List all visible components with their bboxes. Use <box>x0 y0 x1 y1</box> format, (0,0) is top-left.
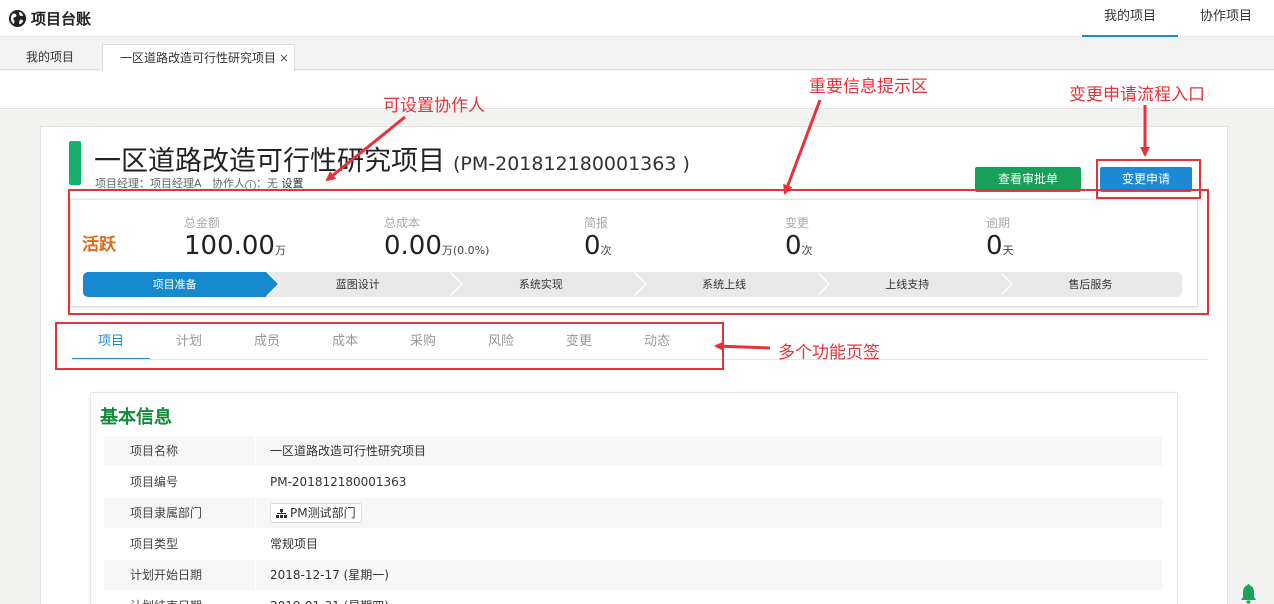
top-nav: 我的项目 协作项目 <box>1082 0 1274 37</box>
annotation-collaborator: 可设置协作人 <box>383 96 485 116</box>
department-name: PM测试部门 <box>290 505 356 520</box>
info-key: 计划结束日期 <box>104 591 256 604</box>
annotation-tabs: 多个功能页签 <box>778 343 880 363</box>
title-accent-bar <box>69 141 81 185</box>
basic-info-title: 基本信息 <box>100 407 172 428</box>
top-bar: 项目台账 我的项目 协作项目 <box>0 0 1274 37</box>
tab-project-detail-label: 一区道路改造可行性研究项目 <box>120 51 277 65</box>
org-tree-icon <box>276 508 287 518</box>
nav-my-projects[interactable]: 我的项目 <box>1082 0 1178 37</box>
basic-info-table: 项目名称 一区道路改造可行性研究项目 项目编号 PM-2018121800013… <box>104 436 1162 604</box>
info-key: 项目编号 <box>104 467 256 497</box>
info-key: 项目类型 <box>104 529 256 559</box>
info-value: PM-201812180001363 <box>270 475 407 489</box>
app-title: 项目台账 <box>31 10 92 28</box>
annotation-box-tabs <box>55 322 724 370</box>
info-row: 项目编号 PM-201812180001363 <box>104 467 1162 498</box>
project-code: (PM-201812180001363 ) <box>453 153 690 175</box>
info-row: 计划开始日期 2018-12-17 (星期一) <box>104 560 1162 591</box>
bell-icon[interactable] <box>1240 582 1257 604</box>
info-value: PM测试部门 <box>256 498 362 528</box>
info-row: 计划结束日期 2019-01-31 (星期四) <box>104 591 1162 604</box>
info-value: 常规项目 <box>270 537 319 551</box>
tab-project-detail[interactable]: 一区道路改造可行性研究项目 × <box>102 44 295 71</box>
info-key: 计划开始日期 <box>104 560 256 590</box>
annotation-change-entry: 变更申请流程入口 <box>1069 85 1205 105</box>
department-chip[interactable]: PM测试部门 <box>270 502 362 523</box>
annotation-info-area: 重要信息提示区 <box>809 77 928 97</box>
page-title: 一区道路改造可行性研究项目 (PM-201812180001363 ) <box>94 139 690 178</box>
info-value: 一区道路改造可行性研究项目 <box>270 444 427 458</box>
window-tab-bar: 我的项目 一区道路改造可行性研究项目 × <box>0 37 1274 71</box>
nav-collab-projects[interactable]: 协作项目 <box>1178 0 1274 37</box>
info-value: 2019-01-31 (星期四) <box>256 591 389 604</box>
info-row: 项目名称 一区道路改造可行性研究项目 <box>104 436 1162 467</box>
info-key: 项目名称 <box>104 436 256 466</box>
info-row: 项目类型 常规项目 <box>104 529 1162 560</box>
app-logo[interactable]: 项目台账 <box>8 8 91 29</box>
close-icon[interactable]: × <box>279 45 289 71</box>
info-key: 项目隶属部门 <box>104 498 256 528</box>
tab-my-projects[interactable]: 我的项目 <box>26 45 74 70</box>
annotation-box-info <box>68 189 1209 315</box>
info-value: 2018-12-17 (星期一) <box>270 568 389 582</box>
globe-icon <box>8 9 27 28</box>
info-row: 项目隶属部门 PM测试部门 <box>104 498 1162 529</box>
annotation-box-change <box>1096 159 1201 199</box>
project-name: 一区道路改造可行性研究项目 <box>94 146 445 177</box>
